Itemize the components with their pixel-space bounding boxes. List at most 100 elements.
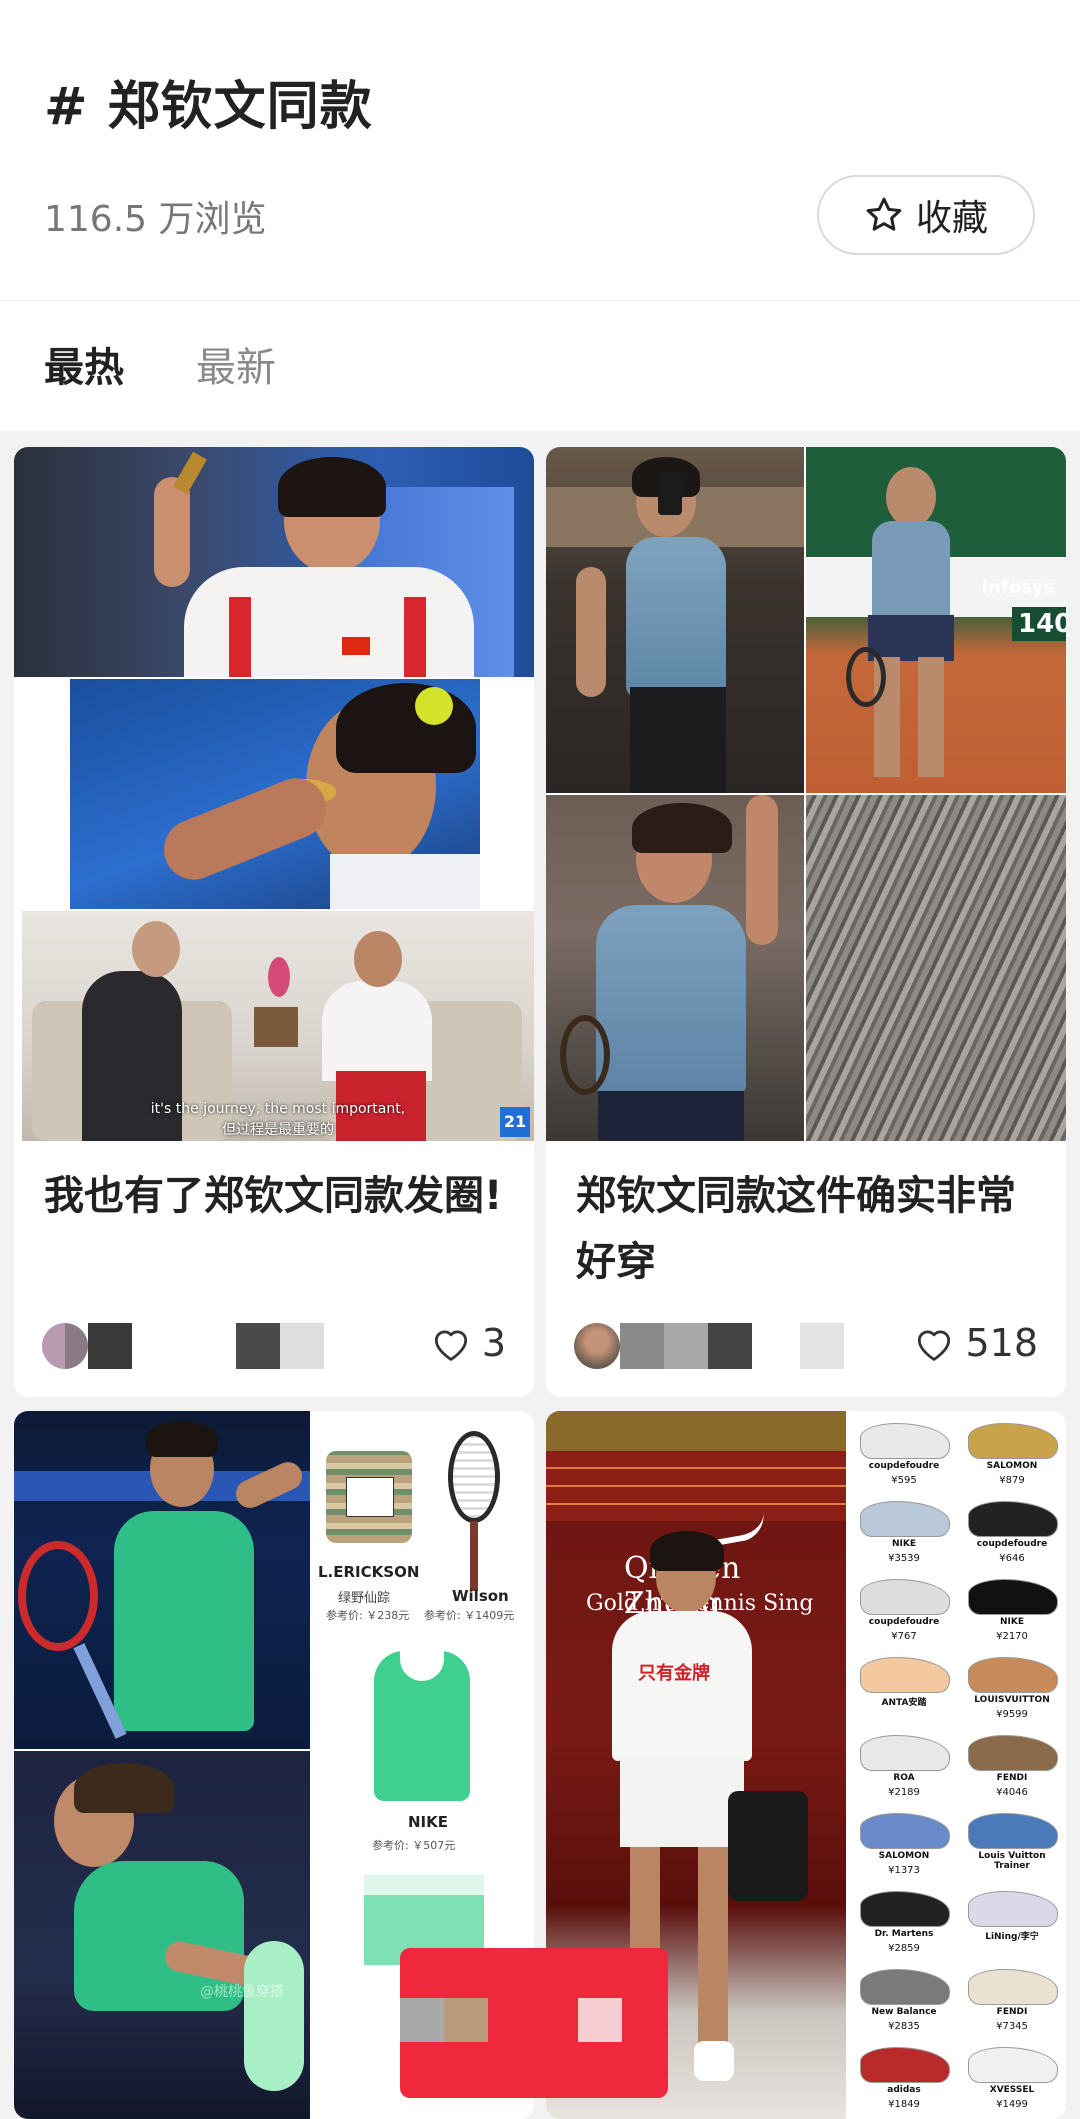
author-name-mosaic <box>708 1323 752 1369</box>
channel-badge: 21 <box>500 1107 530 1137</box>
shoe-image <box>968 1813 1058 1849</box>
shoe-item: coupdefoudre ¥767 <box>852 1575 956 1651</box>
author-name-mosaic <box>236 1323 280 1369</box>
product-brand: NIKE <box>408 1813 449 1831</box>
like-button[interactable]: 3 <box>430 1321 506 1365</box>
shoe-image <box>860 1579 950 1615</box>
shoe-item: ROA ¥2189 <box>852 1731 956 1807</box>
shoe-brand: LOUISVUITTON <box>974 1695 1050 1705</box>
watermark: @桃桃鱼穿搭 <box>200 1984 284 2000</box>
shoe-price: ¥2170 <box>996 1631 1028 1642</box>
photo-court: infosys 140 <box>806 447 1066 793</box>
shoe-image <box>968 1735 1058 1771</box>
tab-hottest[interactable]: 最热 <box>44 335 124 393</box>
product-price: 参考价: ￥507元 <box>372 1839 456 1852</box>
like-count: 518 <box>965 1321 1038 1365</box>
shoe-brand: New Balance <box>871 2007 937 2017</box>
author-name-mosaic <box>280 1323 324 1369</box>
avatar[interactable] <box>574 1323 620 1369</box>
product-price: 参考价: ￥238元 <box>326 1609 410 1622</box>
shoe-price: ¥1499 <box>996 2099 1028 2110</box>
avatar[interactable] <box>42 1323 88 1369</box>
shoe-price: ¥2189 <box>888 1787 920 1798</box>
shoe-brand: LiNing/李宁 <box>985 1932 1039 1942</box>
shoe-price: ¥2835 <box>888 2021 920 2032</box>
post-card[interactable]: it's the journey, the most important, 但过… <box>14 447 534 1397</box>
shoe-price: ¥646 <box>999 1553 1025 1564</box>
collect-button[interactable]: 收藏 <box>817 175 1035 255</box>
shoe-brand: coupdefoudre <box>868 1617 940 1627</box>
shoe-item: New Balance ¥2835 <box>852 1965 956 2041</box>
shoe-image <box>968 1579 1058 1615</box>
scoreboard-speed: 140 <box>1012 607 1066 641</box>
post-image[interactable]: it's the journey, the most important, 但过… <box>14 447 534 1141</box>
image-caption-zh: 但过程是最重要的 <box>222 1122 334 1138</box>
photo-medal-raise <box>14 447 534 677</box>
heart-icon <box>918 1330 951 1361</box>
shoe-brand: ANTA安踏 <box>881 1698 927 1708</box>
author-name-mosaic <box>620 1323 664 1369</box>
shoe-image <box>860 1969 950 2005</box>
star-icon <box>866 197 902 231</box>
shoe-brand: Louis Vuitton Trainer <box>978 1851 1046 1871</box>
shoe-price: ¥9599 <box>996 1709 1028 1720</box>
shoe-image <box>860 1735 950 1771</box>
topic-header: # 郑钦文同款 116.5 万浏览 收藏 <box>0 0 1080 300</box>
like-count: 3 <box>481 1321 506 1365</box>
photo-interview: it's the journey, the most important, 但过… <box>22 911 534 1141</box>
shoe-price: ¥2859 <box>888 1943 920 1954</box>
shoe-price: ¥1849 <box>888 2099 920 2110</box>
sort-tabs: 最热 最新 <box>0 301 1080 431</box>
shoe-brand: SALOMON <box>986 1461 1038 1471</box>
shoe-price: ¥3539 <box>888 1553 920 1564</box>
shoe-item: SALOMON ¥1373 <box>852 1809 956 1885</box>
shoe-price: ¥1373 <box>888 1865 920 1876</box>
post-image[interactable]: infosys 140 <box>546 447 1066 1141</box>
topic-title: # 郑钦文同款 <box>44 77 373 137</box>
shoe-price: ¥7345 <box>996 2021 1028 2032</box>
shoe-item: ANTA安踏 <box>852 1653 956 1729</box>
product-price: 参考价: ￥1409元 <box>424 1609 515 1622</box>
shoe-brand: FENDI <box>996 2007 1028 2017</box>
shoe-price: ¥879 <box>999 1475 1025 1486</box>
tab-latest[interactable]: 最新 <box>196 335 276 393</box>
photo-medal-bite <box>70 679 480 909</box>
shoe-price: ¥767 <box>891 1631 917 1642</box>
red-overlay-block <box>400 1948 668 2098</box>
author-name-mosaic <box>88 1323 132 1369</box>
shoe-brand: XVESSEL <box>989 2085 1035 2095</box>
shoe-brand: adidas <box>887 2085 921 2095</box>
shoe-image <box>860 1891 950 1927</box>
shoe-price-board: coupdefoudre ¥595 SALOMON ¥879 NIKE ¥3539 coup… <box>848 1411 1066 2119</box>
shoe-image <box>968 1969 1058 2005</box>
shoe-brand: NIKE <box>999 1617 1024 1627</box>
photo-green-outfit <box>14 1411 310 1749</box>
collect-label: 收藏 <box>915 198 988 239</box>
shoe-item: LiNing/李宁 <box>960 1887 1064 1963</box>
shoe-item: coupdefoudre ¥595 <box>852 1419 956 1495</box>
shoe-item: XVESSEL ¥1499 <box>960 2043 1064 2119</box>
shoe-image <box>860 1813 950 1849</box>
post-footer: 518 <box>574 1321 1038 1371</box>
shoe-brand: Dr. Martens <box>874 1929 934 1939</box>
like-button[interactable]: 518 <box>913 1321 1038 1365</box>
shoe-image <box>860 2047 950 2083</box>
author-name-mosaic <box>664 1323 708 1369</box>
product-brand: Wilson <box>452 1587 509 1605</box>
product-brand: L.ERICKSON <box>318 1563 420 1581</box>
post-title[interactable]: 我也有了郑钦文同款发圈! <box>44 1163 510 1229</box>
post-card[interactable]: infosys 140 郑钦文同款这件确实非常好穿 518 <box>546 447 1066 1397</box>
shoe-image <box>968 1891 1058 1927</box>
shirt-text: 只有金牌 <box>638 1663 710 1684</box>
scoreboard-brand: infosys <box>982 577 1055 598</box>
shoe-brand: FENDI <box>996 1773 1028 1783</box>
photo-gym-selfie <box>546 447 804 793</box>
photo-fabric <box>806 795 1066 1141</box>
post-footer: 3 <box>42 1321 506 1371</box>
shoe-item: LOUISVUITTON ¥9599 <box>960 1653 1064 1729</box>
shoe-item: NIKE ¥2170 <box>960 1575 1064 1651</box>
shoe-brand: NIKE <box>891 1539 916 1549</box>
post-title[interactable]: 郑钦文同款这件确实非常好穿 <box>576 1163 1042 1295</box>
photo-green-swing: @桃桃鱼穿搭 <box>14 1751 310 2119</box>
shoe-item: Dr. Martens ¥2859 <box>852 1887 956 1963</box>
